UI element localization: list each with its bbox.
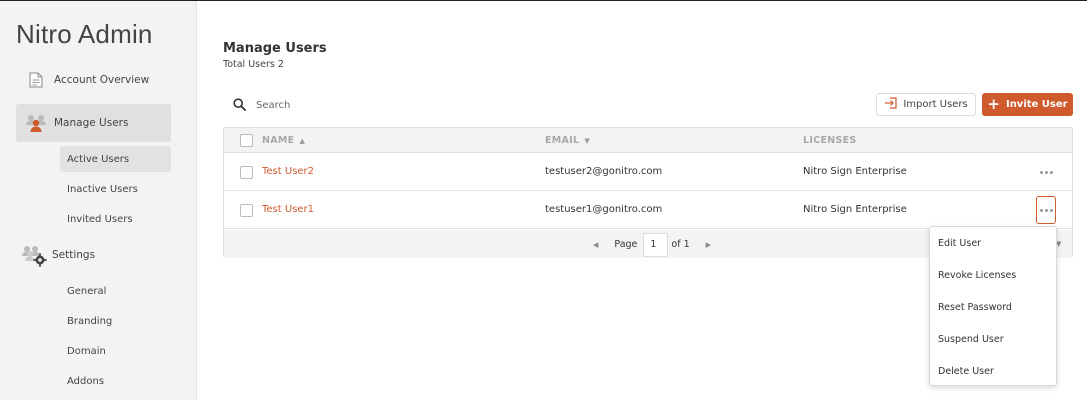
menu-item-revoke-licenses[interactable]: Revoke Licenses bbox=[930, 259, 1056, 291]
sidebar-subitem-domain[interactable]: Domain bbox=[60, 338, 171, 364]
more-icon bbox=[1039, 208, 1043, 212]
user-name-link[interactable]: Test User1 bbox=[262, 204, 314, 215]
sidebar-subitem-general[interactable]: General bbox=[60, 278, 171, 304]
plus-icon: + bbox=[987, 95, 1000, 113]
page-label: Page bbox=[614, 239, 638, 250]
page-title: Manage Users bbox=[223, 41, 327, 56]
users-settings-icon bbox=[20, 243, 48, 267]
invite-user-label: Invite User bbox=[1005, 99, 1068, 110]
row-actions-button[interactable] bbox=[1036, 162, 1056, 182]
row-actions-button[interactable] bbox=[1036, 196, 1056, 224]
import-icon bbox=[884, 97, 897, 112]
page-of-label: of 1 bbox=[671, 239, 690, 250]
more-icon bbox=[1039, 170, 1043, 174]
user-license: Nitro Sign Enterprise bbox=[803, 166, 907, 177]
user-license: Nitro Sign Enterprise bbox=[803, 204, 907, 215]
sidebar-subitem-invited-users[interactable]: Invited Users bbox=[60, 206, 171, 232]
app-title: Nitro Admin bbox=[16, 19, 153, 49]
row-checkbox[interactable] bbox=[240, 166, 253, 179]
select-all-checkbox[interactable] bbox=[240, 134, 253, 147]
invite-user-button[interactable]: + Invite User bbox=[982, 93, 1073, 116]
menu-item-delete-user[interactable]: Delete User bbox=[930, 355, 1056, 387]
sidebar-subitem-addons[interactable]: Addons bbox=[60, 368, 171, 394]
table-header: NAME ▲ EMAIL ▼ LICENSES bbox=[224, 128, 1072, 153]
import-users-button[interactable]: Import Users bbox=[876, 93, 976, 116]
document-icon bbox=[22, 72, 50, 88]
table-row: Test User2 testuser2@gonitro.com Nitro S… bbox=[224, 153, 1072, 191]
sidebar-item-label: Account Overview bbox=[54, 74, 150, 86]
search-bar bbox=[233, 95, 456, 115]
sidebar-item-settings[interactable]: Settings bbox=[16, 236, 171, 274]
next-page-icon[interactable]: ▶ bbox=[706, 241, 711, 249]
sort-desc-icon: ▼ bbox=[584, 136, 591, 145]
row-actions-menu: Edit User Revoke Licenses Reset Password… bbox=[929, 226, 1057, 386]
page-number-input[interactable] bbox=[643, 232, 669, 257]
user-email: testuser1@gonitro.com bbox=[545, 204, 663, 215]
search-icon bbox=[233, 96, 246, 115]
user-name-link[interactable]: Test User2 bbox=[262, 166, 314, 177]
table-row: Test User1 testuser1@gonitro.com Nitro S… bbox=[224, 191, 1072, 229]
prev-page-icon[interactable]: ◀ bbox=[593, 241, 598, 249]
column-header-licenses: LICENSES bbox=[803, 135, 857, 146]
sidebar-item-account-overview[interactable]: Account Overview bbox=[16, 61, 171, 99]
search-input[interactable] bbox=[256, 99, 456, 111]
sidebar-subitem-active-users[interactable]: Active Users bbox=[60, 146, 171, 172]
users-icon bbox=[22, 112, 50, 134]
sidebar: Nitro Admin Account Overview Manage User… bbox=[0, 1, 197, 400]
import-users-label: Import Users bbox=[903, 99, 968, 110]
total-users-count: Total Users 2 bbox=[223, 59, 284, 70]
sidebar-subitem-branding[interactable]: Branding bbox=[60, 308, 171, 334]
sidebar-item-manage-users[interactable]: Manage Users bbox=[16, 104, 171, 142]
sort-asc-icon: ▲ bbox=[299, 136, 306, 145]
menu-item-reset-password[interactable]: Reset Password bbox=[930, 291, 1056, 323]
sidebar-subitem-inactive-users[interactable]: Inactive Users bbox=[60, 176, 171, 202]
sidebar-item-label: Manage Users bbox=[54, 117, 129, 129]
row-checkbox[interactable] bbox=[240, 204, 253, 217]
menu-item-suspend-user[interactable]: Suspend User bbox=[930, 323, 1056, 355]
column-header-email[interactable]: EMAIL ▼ bbox=[545, 135, 590, 146]
sidebar-item-label: Settings bbox=[52, 249, 96, 261]
column-header-name[interactable]: NAME ▲ bbox=[262, 135, 305, 146]
menu-item-edit-user[interactable]: Edit User bbox=[930, 227, 1056, 259]
pagination: ◀ Page of 1 ▶ bbox=[593, 232, 711, 257]
user-email: testuser2@gonitro.com bbox=[545, 166, 663, 177]
